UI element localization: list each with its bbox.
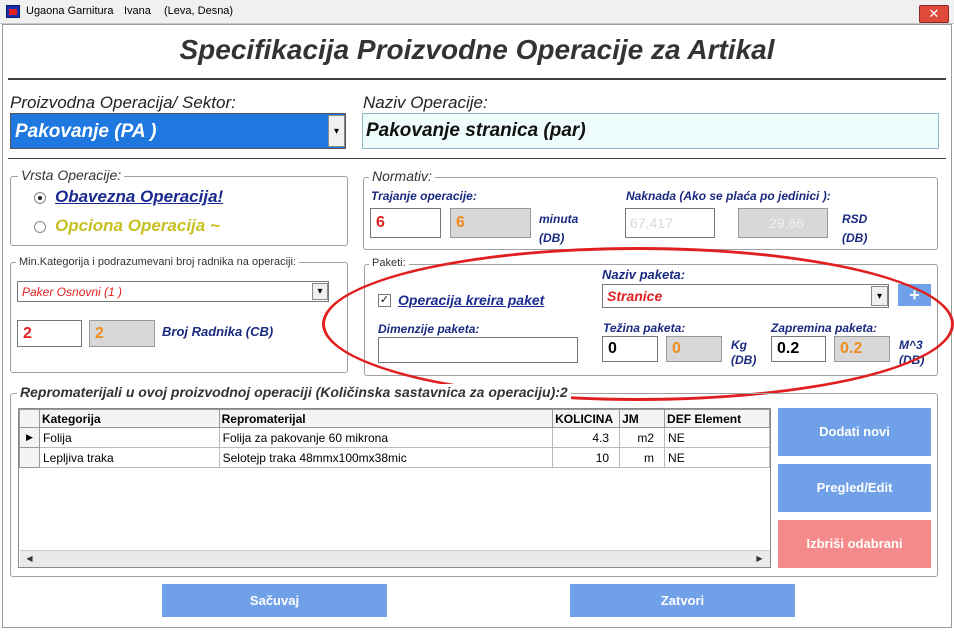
radnik-group <box>10 262 348 373</box>
trajanje-input[interactable]: 6 <box>370 208 441 238</box>
naziv-input[interactable]: Pakovanje stranica (par) <box>362 113 939 149</box>
cell-kolicina[interactable]: 10 <box>552 447 621 468</box>
chevron-down-icon[interactable]: ▾ <box>312 283 328 300</box>
kg-db-label: (DB) <box>731 353 757 367</box>
section-divider <box>8 158 946 159</box>
opciona-label[interactable]: Opciona Operacija ~ <box>55 216 220 236</box>
repromaterijali-table: Kategorija Repromaterijal KOLICINA JM DE… <box>19 409 770 468</box>
pregled-edit-button[interactable]: Pregled/Edit <box>778 464 931 512</box>
column-header-def[interactable]: DEF Element <box>664 409 770 428</box>
cell-repromaterijal[interactable]: Folija za pakovanje 60 mikrona <box>218 427 554 448</box>
column-header-repromaterijal[interactable]: Repromaterijal <box>218 409 554 428</box>
table-row[interactable]: ▶ Folija Folija za pakovanje 60 mikrona … <box>19 427 770 448</box>
close-window-button[interactable]: ✕ <box>919 5 949 23</box>
zatvori-button[interactable]: Zatvori <box>570 584 795 617</box>
table-row[interactable]: Lepljiva traka Selotejp traka 48mmx100mx… <box>19 447 770 468</box>
rsd-db-label: (DB) <box>842 231 868 245</box>
naziv-paketa-label: Naziv paketa: <box>602 267 686 282</box>
add-paket-button[interactable]: + <box>898 284 931 306</box>
m3-db-label: (DB) <box>899 353 925 367</box>
window-title-app: Ugaona Garnitura <box>26 5 114 17</box>
trajanje-db-value: 6 <box>450 208 531 238</box>
window-title-user: Ivana <box>124 5 151 17</box>
operacija-selected-value: Pakovanje (PA ) <box>15 121 157 142</box>
broj-radnika-db-value: 2 <box>89 320 155 347</box>
zapremina-db-value: 0.2 <box>834 336 890 362</box>
vrsta-legend: Vrsta Operacije: <box>18 167 125 183</box>
cell-jm[interactable]: m <box>619 447 666 468</box>
trajanje-label: Trajanje operacije: <box>371 189 477 203</box>
horizontal-scrollbar[interactable]: ◀ ▶ <box>20 550 770 567</box>
kreira-paket-label[interactable]: Operacija kreira paket <box>398 292 544 308</box>
naziv-paketa-value: Stranice <box>607 288 663 304</box>
row-pointer-icon: ▶ <box>19 427 40 448</box>
naziv-label: Naziv Operacije: <box>363 93 488 112</box>
zapremina-label: Zapremina paketa: <box>771 321 878 335</box>
title-divider <box>8 78 946 80</box>
naziv-value: Pakovanje stranica (par) <box>366 120 586 141</box>
cell-kategorija[interactable]: Folija <box>38 427 220 448</box>
radio-obavezna[interactable] <box>34 192 46 204</box>
page-title: Specifikacija Proizvodne Operacije za Ar… <box>179 34 775 65</box>
column-header-kategorija[interactable]: Kategorija <box>38 409 220 428</box>
normativ-legend: Normativ: <box>369 168 435 184</box>
cell-def[interactable]: NE <box>664 427 770 448</box>
naknada-db-value: 29,66 <box>738 208 828 238</box>
izbrisi-odabrani-button[interactable]: Izbriši odabrani <box>778 520 931 568</box>
repromaterijali-grid[interactable]: Kategorija Repromaterijal KOLICINA JM DE… <box>18 408 771 568</box>
broj-radnika-label: Broj Radnika (CB) <box>162 324 274 339</box>
dodati-novi-button[interactable]: Dodati novi <box>778 408 931 456</box>
cell-kategorija[interactable]: Lepljiva traka <box>38 447 220 468</box>
radio-opciona[interactable] <box>34 221 46 233</box>
kategorija-value: Paker Osnovni (1 ) <box>22 285 123 299</box>
tezina-db-value: 0 <box>666 336 722 362</box>
radnik-legend: Min.Kategorija i podrazumevani broj radn… <box>16 256 299 268</box>
operacija-label: Proizvodna Operacija/ Sektor: <box>10 93 236 112</box>
trajanje-db-label: (DB) <box>539 231 565 245</box>
chevron-down-icon[interactable]: ▾ <box>328 115 345 147</box>
paketi-legend: Paketi: <box>369 257 409 269</box>
kg-label: Kg <box>731 338 747 352</box>
scroll-left-icon[interactable]: ◀ <box>22 551 37 566</box>
broj-radnika-input[interactable]: 2 <box>17 320 82 347</box>
table-header-row: Kategorija Repromaterijal KOLICINA JM DE… <box>19 409 770 428</box>
operacija-select[interactable]: Pakovanje (PA ) ▾ <box>10 113 346 149</box>
dimenzije-input[interactable] <box>378 337 578 363</box>
window-title-variant: (Leva, Desna) <box>164 5 234 17</box>
cell-repromaterijal[interactable]: Selotejp traka 48mmx100mx38mic <box>218 447 554 468</box>
row-selector[interactable] <box>19 447 40 468</box>
scroll-right-icon[interactable]: ▶ <box>752 551 767 566</box>
cell-kolicina[interactable]: 4.3 <box>552 427 621 448</box>
tezina-label: Težina paketa: <box>603 321 686 335</box>
sacuvaj-button[interactable]: Sačuvaj <box>162 584 387 617</box>
dimenzije-label: Dimenzije paketa: <box>378 322 480 336</box>
tezina-input[interactable]: 0 <box>602 336 658 362</box>
minuta-label: minuta <box>539 212 579 226</box>
obavezna-label[interactable]: Obavezna Operacija! <box>55 187 223 207</box>
cell-jm[interactable]: m2 <box>619 427 666 448</box>
naknada-input[interactable]: 67,417 <box>625 208 715 238</box>
repromaterijali-legend: Repromaterijali u ovoj proizvodnoj opera… <box>17 384 571 400</box>
kategorija-select[interactable]: Paker Osnovni (1 ) ▾ <box>17 281 329 302</box>
rsd-label: RSD <box>842 212 868 226</box>
app-icon <box>6 5 20 18</box>
chevron-down-icon[interactable]: ▾ <box>871 286 888 306</box>
column-header-kolicina[interactable]: KOLICINA <box>552 409 621 428</box>
cell-def[interactable]: NE <box>664 447 770 468</box>
naziv-paketa-select[interactable]: Stranice ▾ <box>602 284 889 308</box>
kreira-paket-checkbox[interactable]: ✓ <box>378 294 391 307</box>
naknada-label: Naknada (Ako se plaća po jedinici ): <box>626 189 831 203</box>
row-selector-header <box>19 409 40 428</box>
column-header-jm[interactable]: JM <box>619 409 666 428</box>
zapremina-input[interactable]: 0.2 <box>771 336 826 362</box>
m3-label: M^3 <box>899 338 923 352</box>
